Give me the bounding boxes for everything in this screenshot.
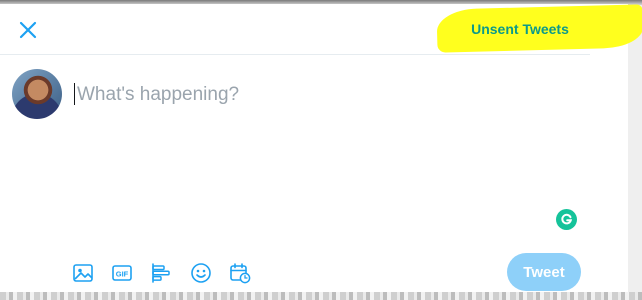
avatar[interactable] bbox=[12, 69, 62, 119]
schedule-tweet-button[interactable] bbox=[228, 261, 252, 285]
compose-tweet-modal: Unsent Tweets GIF bbox=[0, 4, 642, 292]
tweet-button[interactable]: Tweet bbox=[507, 253, 581, 291]
unsent-tweets-button[interactable]: Unsent Tweets bbox=[437, 16, 603, 42]
close-button[interactable] bbox=[14, 16, 42, 44]
tweet-compose-input[interactable] bbox=[77, 82, 577, 108]
add-poll-button[interactable] bbox=[149, 261, 173, 285]
emoji-icon bbox=[191, 263, 211, 283]
schedule-icon bbox=[230, 263, 251, 284]
backdrop-right bbox=[628, 5, 642, 292]
add-media-button[interactable] bbox=[71, 261, 95, 285]
grammarly-icon bbox=[561, 213, 573, 225]
backdrop-bottom bbox=[0, 292, 642, 300]
text-caret bbox=[74, 83, 75, 105]
add-gif-button[interactable]: GIF bbox=[110, 261, 134, 285]
close-icon bbox=[19, 21, 37, 39]
gif-icon: GIF bbox=[112, 265, 132, 281]
poll-icon bbox=[152, 263, 170, 283]
gif-icon-label: GIF bbox=[116, 270, 129, 279]
add-emoji-button[interactable] bbox=[189, 261, 213, 285]
grammarly-button[interactable] bbox=[556, 209, 577, 230]
image-icon bbox=[73, 264, 93, 282]
